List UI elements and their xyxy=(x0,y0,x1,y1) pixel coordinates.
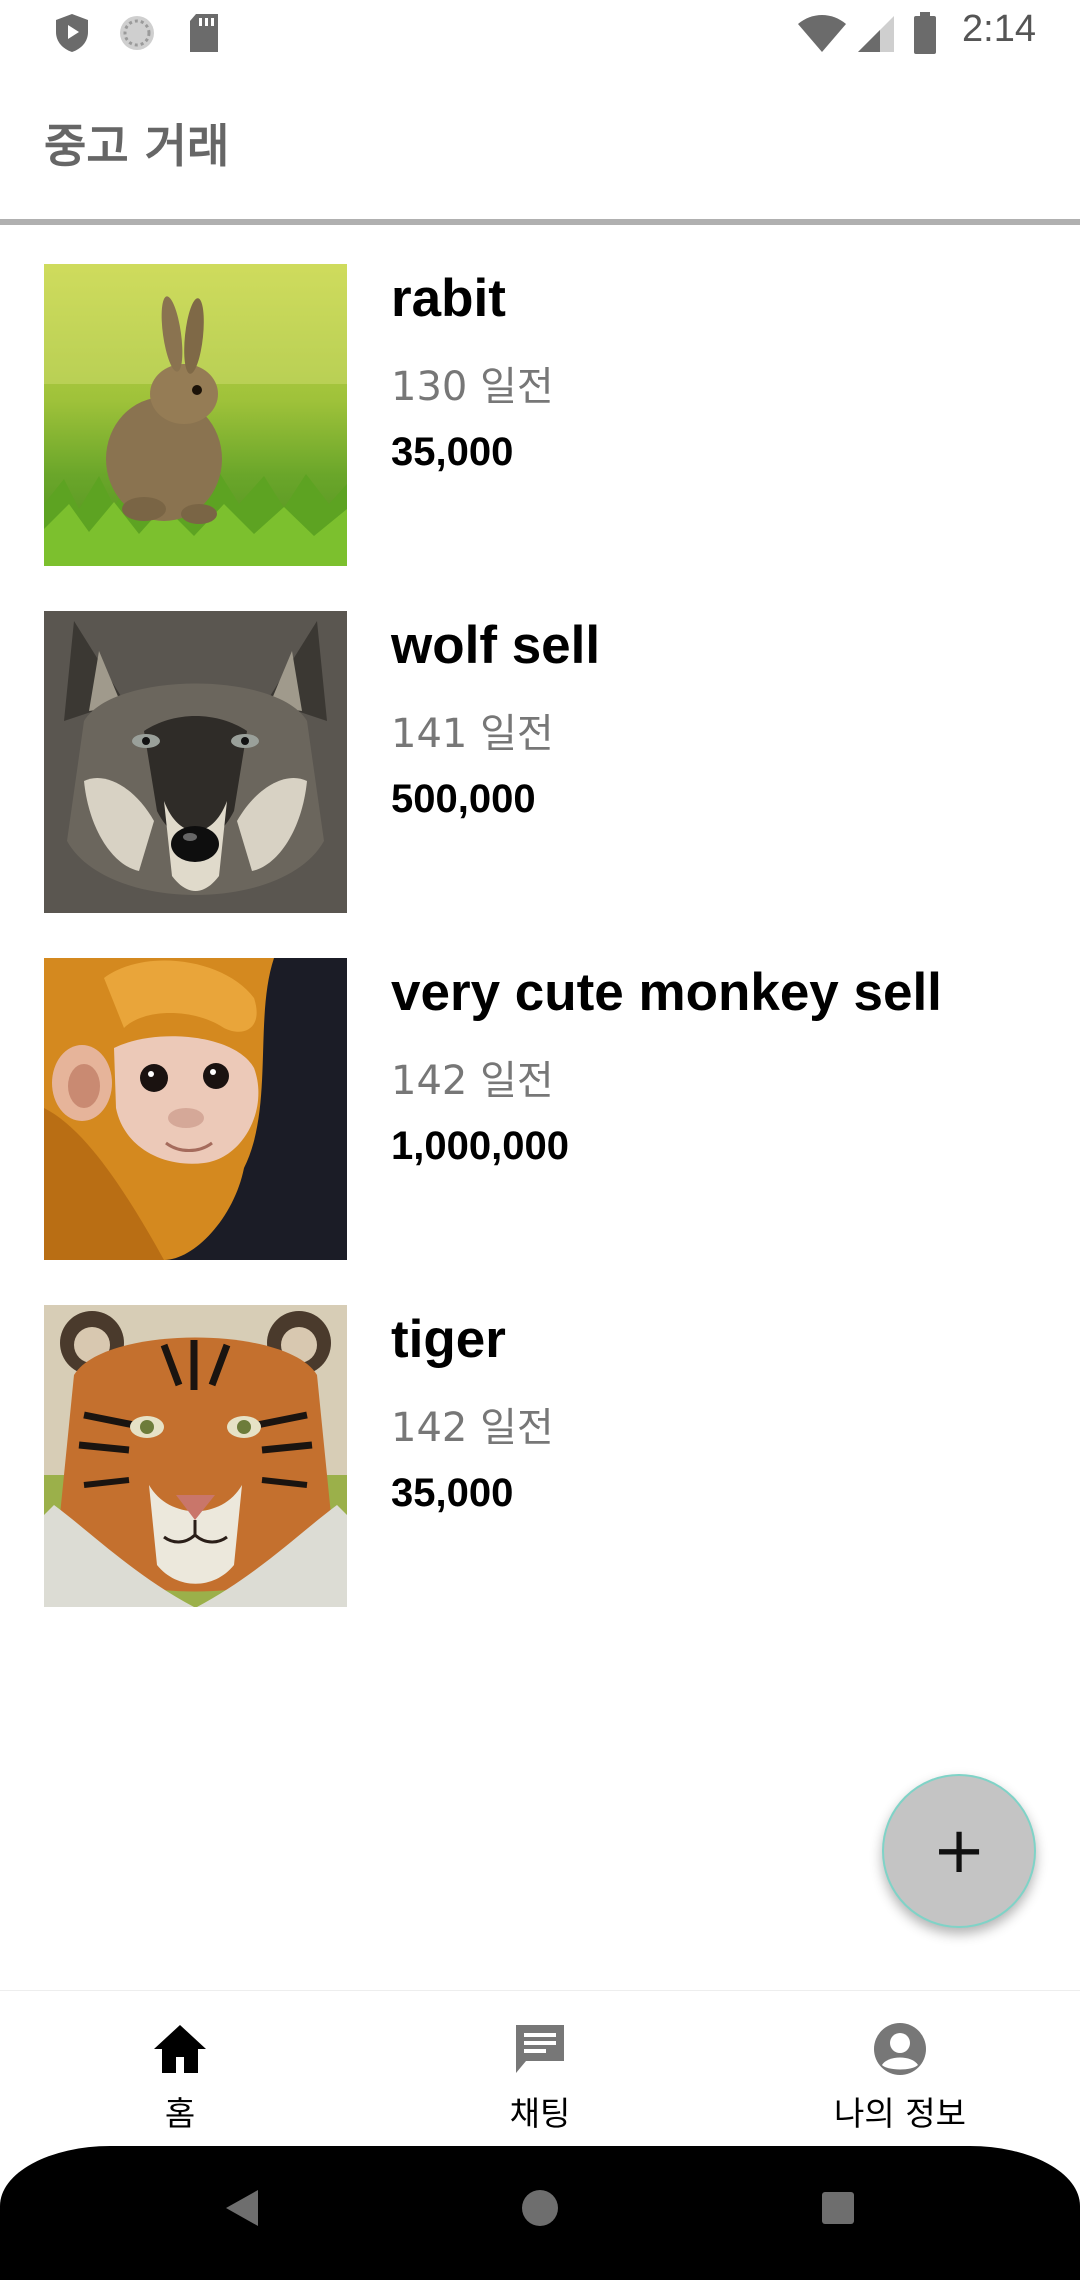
nav-item-chat[interactable]: 채팅 xyxy=(360,1991,720,2147)
home-circle-icon[interactable] xyxy=(519,2186,561,2230)
item-date: 142 일전 xyxy=(391,1058,554,1104)
item-title: rabit xyxy=(391,269,506,328)
recents-icon[interactable] xyxy=(818,2186,858,2230)
nav-item-home[interactable]: 홈 xyxy=(0,1991,360,2147)
item-price: 35,000 xyxy=(391,430,514,474)
wolf-photo xyxy=(44,611,347,913)
item-title: very cute monkey sell xyxy=(391,963,942,1022)
nav-label-chat: 채팅 xyxy=(509,2094,571,2133)
status-bar: 2:14 xyxy=(0,0,1080,66)
account-icon xyxy=(874,2023,926,2075)
signal-icon xyxy=(858,16,894,52)
app-bar-divider xyxy=(0,219,1080,225)
list-item[interactable]: rabit 130 일전 35,000 xyxy=(0,230,1080,566)
battery-icon xyxy=(914,12,936,54)
chat-icon xyxy=(516,2025,564,2073)
sync-icon xyxy=(120,16,154,50)
list-item[interactable]: very cute monkey sell 142 일전 1,000,000 xyxy=(0,924,1080,1260)
nav-item-my-info[interactable]: 나의 정보 xyxy=(720,1991,1080,2147)
item-price: 1,000,000 xyxy=(391,1124,569,1168)
item-date: 142 일전 xyxy=(391,1405,554,1451)
list-item[interactable]: wolf sell 141 일전 500,000 xyxy=(0,577,1080,913)
item-date: 130 일전 xyxy=(391,364,554,410)
item-price: 35,000 xyxy=(391,1471,514,1515)
add-item-button[interactable]: + xyxy=(882,1774,1036,1928)
back-icon[interactable] xyxy=(222,2186,262,2230)
shield-icon xyxy=(56,14,88,52)
item-price: 500,000 xyxy=(391,777,536,821)
system-navigation-bar xyxy=(0,2146,1080,2280)
bottom-navigation: 홈 채팅 나의 정보 xyxy=(0,1990,1080,2146)
page-title: 중고 거래 xyxy=(44,119,230,173)
plus-icon: + xyxy=(932,1814,986,1888)
sd-card-icon xyxy=(190,14,218,52)
clock-time: 2:14 xyxy=(962,8,1036,50)
monkey-photo xyxy=(44,958,347,1260)
rabbit-photo xyxy=(44,264,347,566)
nav-label-home: 홈 xyxy=(164,2094,196,2133)
wifi-icon xyxy=(798,15,846,52)
app-bar: 중고 거래 xyxy=(0,66,1080,222)
home-icon xyxy=(154,2025,206,2073)
item-title: wolf sell xyxy=(391,616,601,675)
item-title: tiger xyxy=(391,1310,506,1369)
tiger-photo xyxy=(44,1305,347,1607)
nav-label-my-info: 나의 정보 xyxy=(834,2094,966,2133)
item-date: 141 일전 xyxy=(391,711,554,757)
list-item[interactable]: tiger 142 일전 35,000 xyxy=(0,1271,1080,1607)
